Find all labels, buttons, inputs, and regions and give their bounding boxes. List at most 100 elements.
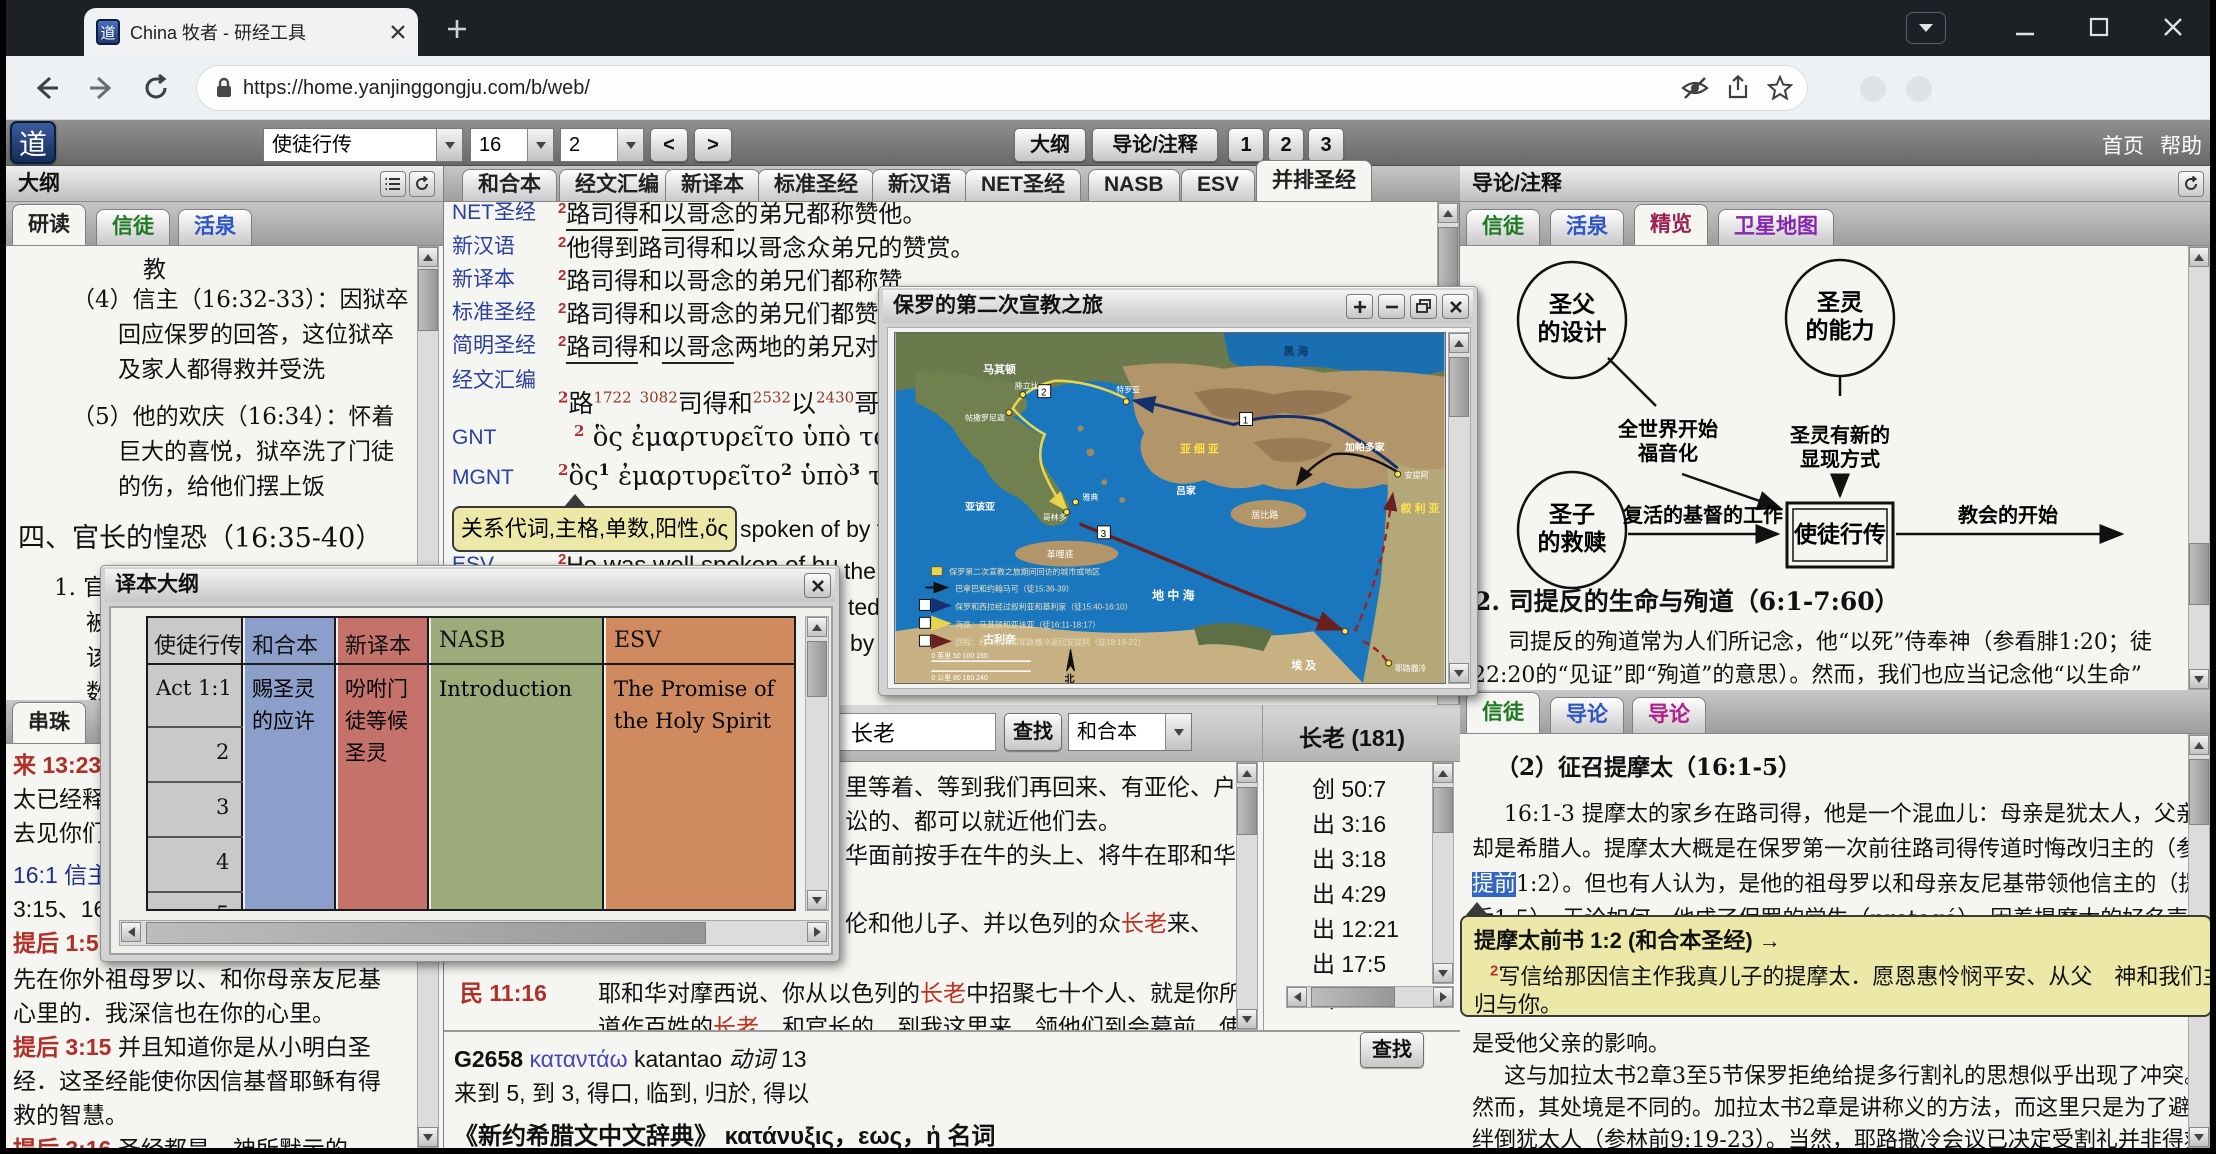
scroll-up-icon[interactable] [1438,203,1458,223]
window-close-icon[interactable] [1442,294,1469,319]
extensions-icon[interactable] [1860,76,1886,102]
tab-satellite-map[interactable]: 卫星地图 [1718,209,1834,245]
intro-refresh-icon[interactable] [2178,171,2204,197]
place-name[interactable]: 路司得 [566,334,638,364]
zoom-out-icon[interactable] [1378,294,1405,319]
chapter-select[interactable]: 16 [470,128,554,162]
verse-ref[interactable]: 提后 3:16 [13,1136,111,1148]
lexicon-find-button[interactable]: 查找 [1360,1032,1424,1068]
tab-jingwenhuibian[interactable]: 经文汇编 [559,169,675,201]
url-text[interactable]: https://home.yanjinggongju.com/b/web/ [243,77,1681,100]
verse-ref[interactable]: 提后 3:15 [13,1034,111,1060]
greek-word[interactable]: ἐμαρτυρεῖτο [618,462,781,492]
scroll-down-icon[interactable] [2189,669,2209,689]
tab-xinhanyu[interactable]: 新汉语 [872,169,967,201]
intro-scrollbar[interactable] [2188,246,2210,690]
browser-tab[interactable]: 道 China 牧者 - 研经工具 [84,8,418,56]
scrollbar-thumb[interactable] [146,922,706,944]
strong-id[interactable]: G2658 [454,1046,523,1072]
table-row-ref[interactable]: 2 [216,740,229,764]
tab-chuanzhu[interactable]: 串珠 [12,702,86,743]
scroll-down-icon[interactable] [1433,963,1453,983]
back-icon[interactable] [28,70,64,106]
greek-word[interactable]: ὑπὸ [800,462,849,492]
list-item[interactable]: 出 3:16 [1312,805,1386,839]
place-name[interactable]: 路司得 [566,202,638,231]
tab-net[interactable]: NET圣经 [965,169,1081,201]
scroll-down-icon[interactable] [1237,1009,1257,1029]
prev-verse-button[interactable]: < [650,128,688,162]
verse-select[interactable]: 2 [560,128,644,162]
scroll-up-icon[interactable] [2189,735,2209,755]
version-label[interactable]: GNT [452,426,496,449]
highlighted-ref[interactable]: 提前 [1472,872,1516,897]
outline-refresh-icon[interactable] [409,171,435,197]
tab-commentary-daolun2[interactable]: 导论 [1632,697,1706,733]
greek-word[interactable]: ὃς [568,462,598,492]
scroll-down-icon[interactable] [1449,663,1469,683]
forward-icon[interactable] [84,70,120,106]
table-row-ref[interactable]: Act 1:1 [156,676,232,700]
new-tab-icon[interactable] [446,18,468,40]
results-scrollbar[interactable] [1236,762,1258,1030]
scroll-up-icon[interactable] [1237,763,1257,783]
zoom-in-icon[interactable] [1346,294,1373,319]
list-item[interactable]: 出 4:29 [1312,875,1386,909]
list-item[interactable]: 出 12:21 [1312,910,1399,944]
scroll-right-icon[interactable] [1433,987,1453,1007]
journey-map-window[interactable]: 保罗的第二次宣教之旅 [878,286,1478,696]
window-restore-icon[interactable] [1410,294,1437,319]
scrollbar-thumb[interactable] [2189,759,2209,825]
list-item[interactable]: 创 50:7 [1312,770,1386,804]
map-scrollbar[interactable] [1448,332,1471,684]
occurrence-vscrollbar[interactable] [1432,762,1454,984]
window-close-icon[interactable] [804,573,831,598]
verse-select-arrow-icon[interactable] [617,129,643,161]
share-icon[interactable] [1725,75,1751,101]
place-name[interactable]: 以哥念 [662,334,734,364]
url-omnibox[interactable]: https://home.yanjinggongju.com/b/web/ [196,65,1808,111]
version-label[interactable]: 经文汇编 [452,369,536,392]
tab-search-chevron-button[interactable] [1906,12,1946,44]
scroll-left-icon[interactable] [121,922,141,942]
layout-2-button[interactable]: 2 [1268,128,1304,162]
place-name[interactable]: 以哥念 [662,202,734,231]
scroll-right-icon[interactable] [807,922,827,942]
outline-panel-button[interactable]: 大纲 [1014,128,1086,162]
tab-biaozhunshengjing[interactable]: 标准圣经 [758,169,874,201]
greek-lemma[interactable]: καταντάω [529,1046,627,1072]
profile-avatar[interactable] [1906,76,1932,102]
intro-notes-button[interactable]: 导论/注释 [1092,128,1218,162]
tab-esv[interactable]: ESV [1181,169,1255,201]
bookmark-star-icon[interactable] [1767,75,1793,101]
scrollbar-thumb[interactable] [1449,357,1469,417]
scrollbar-thumb[interactable] [2189,543,2209,605]
scrollbar-thumb[interactable] [1237,787,1257,835]
book-select[interactable]: 使徒行传 [263,128,463,162]
strong-number[interactable]: 1722 [593,389,631,407]
list-item[interactable]: 出 17:5 [1312,945,1386,979]
scroll-up-icon[interactable] [1433,763,1453,783]
version-label[interactable]: 新译本 [452,268,515,291]
version-label[interactable]: 标准圣经 [452,301,536,324]
strong-number[interactable]: 3082 [640,389,678,407]
scroll-up-icon[interactable] [2189,247,2209,267]
table-row-ref[interactable]: 5 [216,902,229,911]
reload-icon[interactable] [138,70,174,106]
version-label[interactable]: MGNT [452,466,514,489]
list-item[interactable]: 出 3:18 [1312,840,1386,874]
tab-huoquan[interactable]: 活泉 [178,209,252,245]
tab-yandu[interactable]: 研读 [12,204,86,245]
help-link[interactable]: 帮助 [2160,130,2202,160]
tab-commentary-xintu[interactable]: 信徒 [1466,692,1540,733]
tab-heheben[interactable]: 和合本 [462,169,557,201]
search-version-arrow-icon[interactable] [1165,714,1191,750]
window-vscrollbar[interactable] [805,616,829,911]
tab-huoquan-right[interactable]: 活泉 [1550,209,1624,245]
window-maximize-icon[interactable] [2086,14,2112,40]
scroll-down-icon[interactable] [2189,1127,2209,1147]
tooltip-title[interactable]: 提摩太前书 1:2 (和合本圣经) → [1474,923,1781,955]
tab-xintu-right[interactable]: 信徒 [1466,209,1540,245]
strong-number[interactable]: 2532 [753,389,791,407]
layout-1-button[interactable]: 1 [1228,128,1264,162]
